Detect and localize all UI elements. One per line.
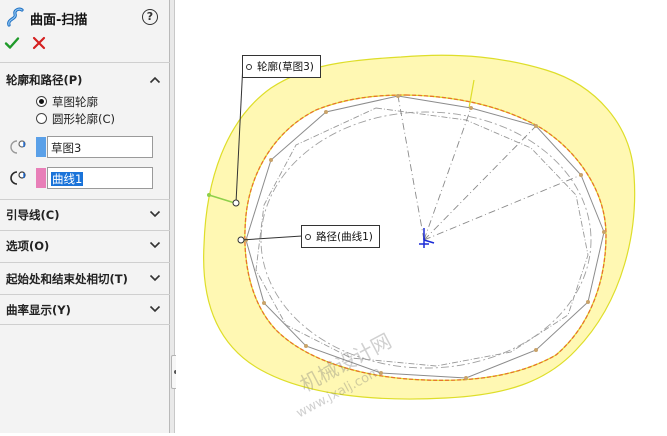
- check-icon[interactable]: [4, 35, 20, 51]
- profile-selection-icon: [10, 140, 26, 154]
- path-color-swatch: [36, 168, 46, 188]
- path-value: 曲线1: [51, 172, 84, 186]
- close-icon[interactable]: [32, 36, 46, 50]
- divider: [0, 262, 170, 263]
- section-title-options[interactable]: 选项(O): [6, 238, 49, 254]
- divider: [0, 324, 170, 325]
- profile-color-swatch: [36, 137, 46, 157]
- chevron-down-icon[interactable]: [149, 241, 161, 249]
- sketch-profile-label: 草图轮廓: [52, 95, 98, 109]
- path-callout[interactable]: 路径(曲线1): [301, 225, 380, 248]
- divider: [0, 199, 170, 200]
- path-selection-icon: [10, 171, 26, 185]
- chevron-down-icon[interactable]: [149, 210, 161, 218]
- circular-profile-radio[interactable]: [36, 113, 47, 124]
- divider: [0, 62, 170, 63]
- profile-callout-label: 轮廓(草图3): [257, 61, 314, 73]
- callout-dot-icon: [305, 233, 311, 240]
- property-manager: 曲面-扫描 ? 轮廓和路径(P) 草图轮廓 圆形轮廓(C) 草图3 曲线1 引导…: [0, 0, 170, 433]
- callout-dot-icon: [246, 63, 252, 70]
- section-title-start-end-tangency[interactable]: 起始处和结束处相切(T): [6, 271, 128, 287]
- chevron-down-icon[interactable]: [149, 305, 161, 313]
- chevron-up-icon[interactable]: [149, 76, 161, 84]
- path-input[interactable]: 曲线1: [47, 167, 153, 189]
- sweep-surface[interactable]: [203, 54, 636, 400]
- feature-header: 曲面-扫描 ?: [0, 0, 170, 34]
- feature-title: 曲面-扫描: [30, 13, 88, 28]
- divider: [0, 294, 170, 295]
- help-icon[interactable]: ?: [142, 9, 158, 25]
- section-title-profile-path: 轮廓和路径(P): [6, 73, 83, 87]
- divider: [0, 230, 170, 231]
- profile-value: 草图3: [51, 141, 82, 155]
- section-title-guide-curves[interactable]: 引导线(C): [6, 207, 59, 223]
- sweep-surface-icon: [7, 7, 24, 27]
- path-callout-label: 路径(曲线1): [316, 231, 373, 243]
- sketch-profile-radio[interactable]: [36, 96, 47, 107]
- path-curve-1[interactable]: [244, 94, 607, 381]
- chevron-down-icon[interactable]: [149, 274, 161, 282]
- profile-input[interactable]: 草图3: [47, 136, 153, 158]
- graphics-viewport[interactable]: 轮廓(草图3) 路径(曲线1) 机械设计网 www.jxalj.com: [176, 0, 667, 433]
- circular-profile-label: 圆形轮廓(C): [52, 112, 116, 126]
- profile-callout[interactable]: 轮廓(草图3): [242, 55, 321, 78]
- section-title-curvature-display[interactable]: 曲率显示(Y): [6, 302, 71, 318]
